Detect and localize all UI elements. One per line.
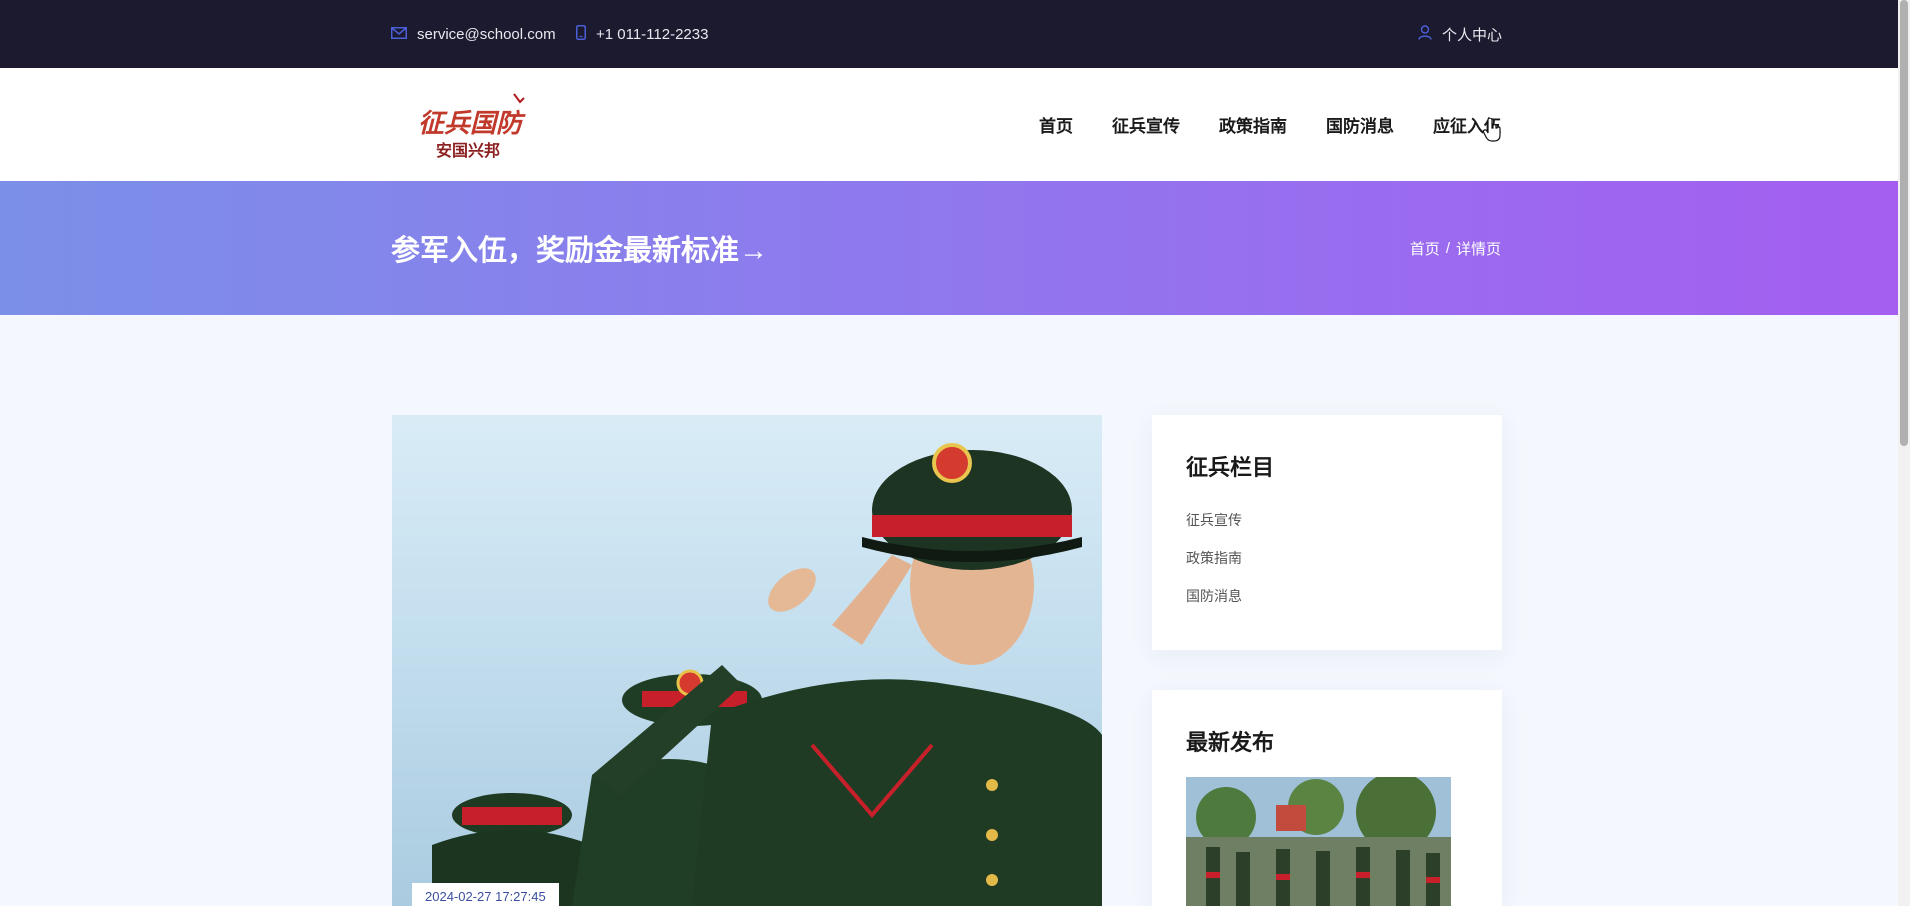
phone-icon [576, 24, 596, 44]
user-center-link[interactable]: 个人中心 [1418, 0, 1502, 68]
page-scrollbar[interactable] [1898, 0, 1910, 906]
mail-icon [391, 26, 417, 43]
latest-card: 最新发布 [1152, 690, 1502, 906]
svg-text:征兵国防: 征兵国防 [418, 109, 526, 139]
site-logo[interactable]: 征兵国防 安国兴邦 [414, 90, 538, 166]
category-item-recruitment[interactable]: 征兵宣传 [1186, 510, 1242, 548]
nav-recruitment-promotion[interactable]: 征兵宣传 [1112, 112, 1180, 137]
page-title: 参军入伍，奖励金最新标准→ [391, 235, 769, 267]
hand-cursor-icon [1482, 117, 1501, 147]
latest-post-thumbnail[interactable] [1186, 777, 1451, 906]
site-header: 征兵国防 安国兴邦 首页 征兵宣传 政策指南 国防消息 应征入伍 [0, 68, 1898, 181]
user-icon [1418, 24, 1442, 44]
user-center-label: 个人中心 [1442, 26, 1503, 44]
top-bar: service@school.com +1 011-112-2233 个人中心 [0, 0, 1898, 68]
category-item-news[interactable]: 国防消息 [1186, 586, 1242, 624]
article-image: 2024-02-27 17:27:45 [392, 415, 1102, 906]
page-banner: 参军入伍，奖励金最新标准→ 首页 / 详情页 [0, 181, 1898, 315]
breadcrumb-separator: / [1445, 239, 1450, 257]
nav-defense-news[interactable]: 国防消息 [1326, 112, 1394, 137]
email-text: service@school.com [417, 25, 556, 43]
email-contact[interactable]: service@school.com [391, 0, 556, 68]
breadcrumb-home[interactable]: 首页 [1410, 238, 1440, 259]
categories-card: 征兵栏目 征兵宣传 政策指南 国防消息 [1152, 415, 1502, 650]
phone-contact[interactable]: +1 011-112-2233 [576, 0, 708, 68]
nav-policy-guide[interactable]: 政策指南 [1219, 112, 1287, 137]
latest-title: 最新发布 [1186, 730, 1275, 755]
category-item-policy[interactable]: 政策指南 [1186, 548, 1242, 586]
category-list: 征兵宣传 政策指南 国防消息 [1186, 510, 1242, 624]
breadcrumb-current: 详情页 [1455, 240, 1501, 258]
main-nav: 首页 征兵宣传 政策指南 国防消息 应征入伍 [1039, 68, 1501, 181]
categories-title: 征兵栏目 [1186, 455, 1275, 480]
scrollbar-thumb[interactable] [1900, 0, 1908, 446]
nav-home[interactable]: 首页 [1039, 112, 1073, 137]
phone-text: +1 011-112-2233 [596, 25, 709, 43]
svg-text:安国兴邦: 安国兴邦 [436, 141, 500, 160]
breadcrumb: 首页 / 详情页 [1410, 181, 1501, 315]
article-date: 2024-02-27 17:27:45 [412, 883, 559, 906]
